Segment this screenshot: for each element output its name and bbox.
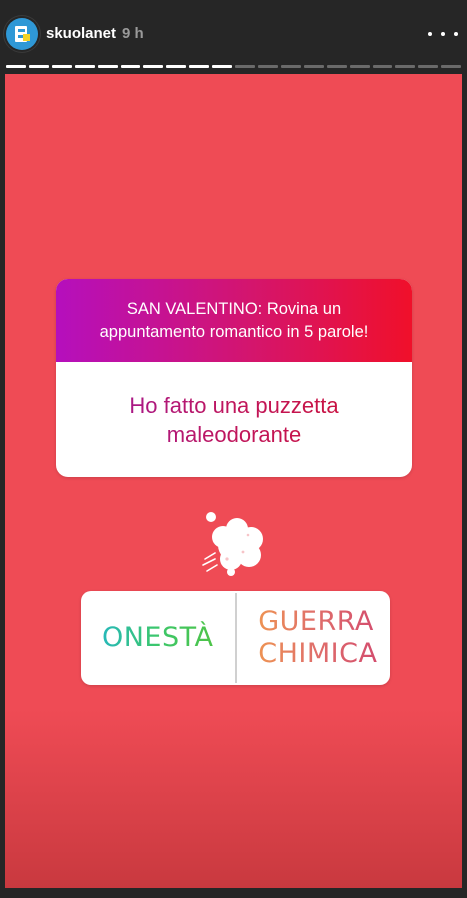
progress-segment [441,65,462,68]
story-header: skuolanet 9 h [0,0,467,68]
progress-segment [143,65,164,68]
poll-option-1[interactable]: ONESTÀ [81,591,235,685]
progress-segment [51,65,72,68]
progress-segment [280,65,301,68]
question-text: SAN VALENTINO: Rovina un appuntamento ro… [56,279,412,362]
progress-segment [349,65,370,68]
progress-segment [74,65,95,68]
answer-text: Ho fatto una puzzetta maleodorante [56,362,412,477]
avatar[interactable] [6,18,38,50]
progress-segment [372,65,393,68]
progress-segment [6,65,26,68]
progress-segment [235,65,255,68]
progress-segment [120,65,141,68]
poll-option-2[interactable]: GUERRA CHIMICA [237,591,391,685]
progress-segment [166,65,187,68]
question-sticker[interactable]: SAN VALENTINO: Rovina un appuntamento ro… [56,279,412,477]
progress-segment [189,65,210,68]
post-time: 9 h [122,25,144,42]
poll-sticker[interactable]: ONESTÀ GUERRA CHIMICA [81,591,390,685]
story-content[interactable]: SAN VALENTINO: Rovina un appuntamento ro… [5,74,462,888]
progress-segment [212,65,233,68]
progress-segment [303,65,324,68]
progress-segment [418,65,439,68]
progress-segment [28,65,49,68]
progress-segment [326,65,347,68]
poll-option-2-label: GUERRA CHIMICA [258,606,378,669]
story-progress-bar [6,65,462,68]
progress-segment [97,65,118,68]
fart-cloud-icon [201,507,271,584]
progress-segment [257,65,278,68]
username[interactable]: skuolanet [46,25,116,42]
skuolanet-logo-icon [15,26,30,42]
progress-segment [395,65,416,68]
more-options-icon[interactable] [428,26,458,42]
